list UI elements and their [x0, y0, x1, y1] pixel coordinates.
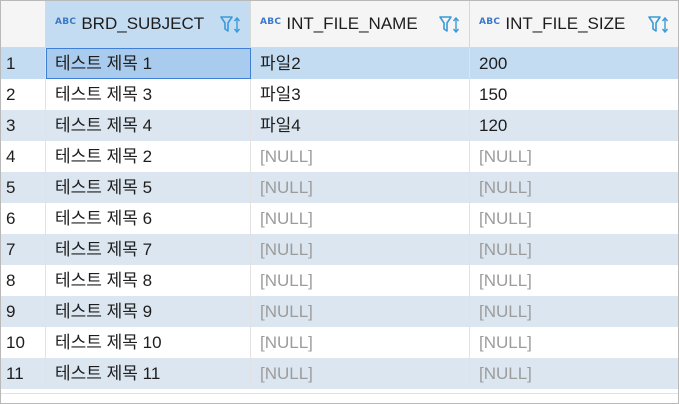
table-row[interactable]: 7 테스트 제목 7 [NULL] [NULL] [1, 234, 678, 265]
filter-icon[interactable] [648, 16, 672, 34]
cell-int-file-size[interactable]: [NULL] [470, 203, 678, 234]
cell-int-file-name[interactable]: [NULL] [251, 265, 470, 296]
table-row[interactable]: 4 테스트 제목 2 [NULL] [NULL] [1, 141, 678, 172]
cell-int-file-size[interactable]: 200 [470, 48, 678, 79]
table-row[interactable]: 6 테스트 제목 6 [NULL] [NULL] [1, 203, 678, 234]
cell-int-file-name[interactable]: [NULL] [251, 296, 470, 327]
table-row[interactable]: 1 테스트 제목 1 파일2 200 [1, 48, 678, 79]
table-row[interactable]: 5 테스트 제목 5 [NULL] [NULL] [1, 172, 678, 203]
cell-int-file-name[interactable]: 파일3 [251, 79, 470, 110]
row-number[interactable]: 7 [1, 234, 46, 265]
cell-brd-subject[interactable]: 테스트 제목 6 [46, 203, 251, 234]
column-tools[interactable] [648, 16, 672, 34]
table-row[interactable]: 11 테스트 제목 11 [NULL] [NULL] [1, 358, 678, 389]
cell-brd-subject[interactable]: 테스트 제목 11 [46, 358, 251, 389]
row-number[interactable]: 1 [1, 48, 46, 79]
cell-int-file-size[interactable]: [NULL] [470, 172, 678, 203]
column-header-brd-subject[interactable]: ABC BRD_SUBJECT [46, 1, 251, 47]
cell-brd-subject[interactable]: 테스트 제목 7 [46, 234, 251, 265]
column-name: INT_FILE_NAME [286, 14, 418, 33]
cell-int-file-name[interactable]: [NULL] [251, 358, 470, 389]
column-header-int-file-size[interactable]: ABC INT_FILE_SIZE [470, 1, 678, 47]
row-number[interactable]: 2 [1, 79, 46, 110]
cell-int-file-name[interactable]: [NULL] [251, 327, 470, 358]
row-number[interactable]: 3 [1, 110, 46, 141]
cell-int-file-name[interactable]: 파일4 [251, 110, 470, 141]
cell-int-file-size[interactable]: [NULL] [470, 234, 678, 265]
cell-brd-subject[interactable]: 테스트 제목 3 [46, 79, 251, 110]
row-number[interactable]: 4 [1, 141, 46, 172]
row-number[interactable]: 11 [1, 358, 46, 389]
text-type-icon: ABC [55, 17, 77, 27]
cell-int-file-size[interactable]: [NULL] [470, 141, 678, 172]
filter-icon[interactable] [439, 16, 463, 34]
column-header-int-file-name[interactable]: ABC INT_FILE_NAME [251, 1, 470, 47]
column-tools[interactable] [220, 16, 244, 34]
row-number[interactable]: 6 [1, 203, 46, 234]
cell-brd-subject[interactable]: 테스트 제목 1 [46, 48, 251, 79]
cell-int-file-size[interactable]: [NULL] [470, 358, 678, 389]
cell-brd-subject[interactable]: 테스트 제목 9 [46, 296, 251, 327]
text-type-icon: ABC [479, 17, 501, 27]
table-row[interactable]: 3 테스트 제목 4 파일4 120 [1, 110, 678, 141]
table-row[interactable]: 8 테스트 제목 8 [NULL] [NULL] [1, 265, 678, 296]
column-name: BRD_SUBJECT [81, 14, 205, 33]
row-number[interactable]: 9 [1, 296, 46, 327]
text-type-icon: ABC [260, 17, 282, 27]
table-row[interactable]: 2 테스트 제목 3 파일3 150 [1, 79, 678, 110]
cell-int-file-size[interactable]: 150 [470, 79, 678, 110]
result-grid: ABC BRD_SUBJECT ABC INT_FILE_NAME ABC IN… [0, 0, 679, 404]
grid-bottom-divider [1, 393, 678, 394]
cell-int-file-size[interactable]: [NULL] [470, 296, 678, 327]
row-number[interactable]: 8 [1, 265, 46, 296]
column-name: INT_FILE_SIZE [505, 14, 626, 33]
cell-int-file-name[interactable]: [NULL] [251, 172, 470, 203]
cell-int-file-name[interactable]: [NULL] [251, 141, 470, 172]
cell-brd-subject[interactable]: 테스트 제목 5 [46, 172, 251, 203]
column-tools[interactable] [439, 16, 463, 34]
cell-brd-subject[interactable]: 테스트 제목 10 [46, 327, 251, 358]
corner-cell[interactable] [1, 1, 46, 47]
cell-int-file-size[interactable]: 120 [470, 110, 678, 141]
cell-int-file-name[interactable]: [NULL] [251, 203, 470, 234]
row-number[interactable]: 5 [1, 172, 46, 203]
cell-int-file-size[interactable]: [NULL] [470, 265, 678, 296]
grid-header: ABC BRD_SUBJECT ABC INT_FILE_NAME ABC IN… [1, 1, 678, 48]
cell-brd-subject[interactable]: 테스트 제목 8 [46, 265, 251, 296]
cell-int-file-size[interactable]: [NULL] [470, 327, 678, 358]
cell-int-file-name[interactable]: [NULL] [251, 234, 470, 265]
table-row[interactable]: 10 테스트 제목 10 [NULL] [NULL] [1, 327, 678, 358]
cell-brd-subject[interactable]: 테스트 제목 4 [46, 110, 251, 141]
cell-int-file-name[interactable]: 파일2 [251, 48, 470, 79]
filter-icon[interactable] [220, 16, 244, 34]
table-row[interactable]: 9 테스트 제목 9 [NULL] [NULL] [1, 296, 678, 327]
cell-brd-subject[interactable]: 테스트 제목 2 [46, 141, 251, 172]
row-number[interactable]: 10 [1, 327, 46, 358]
